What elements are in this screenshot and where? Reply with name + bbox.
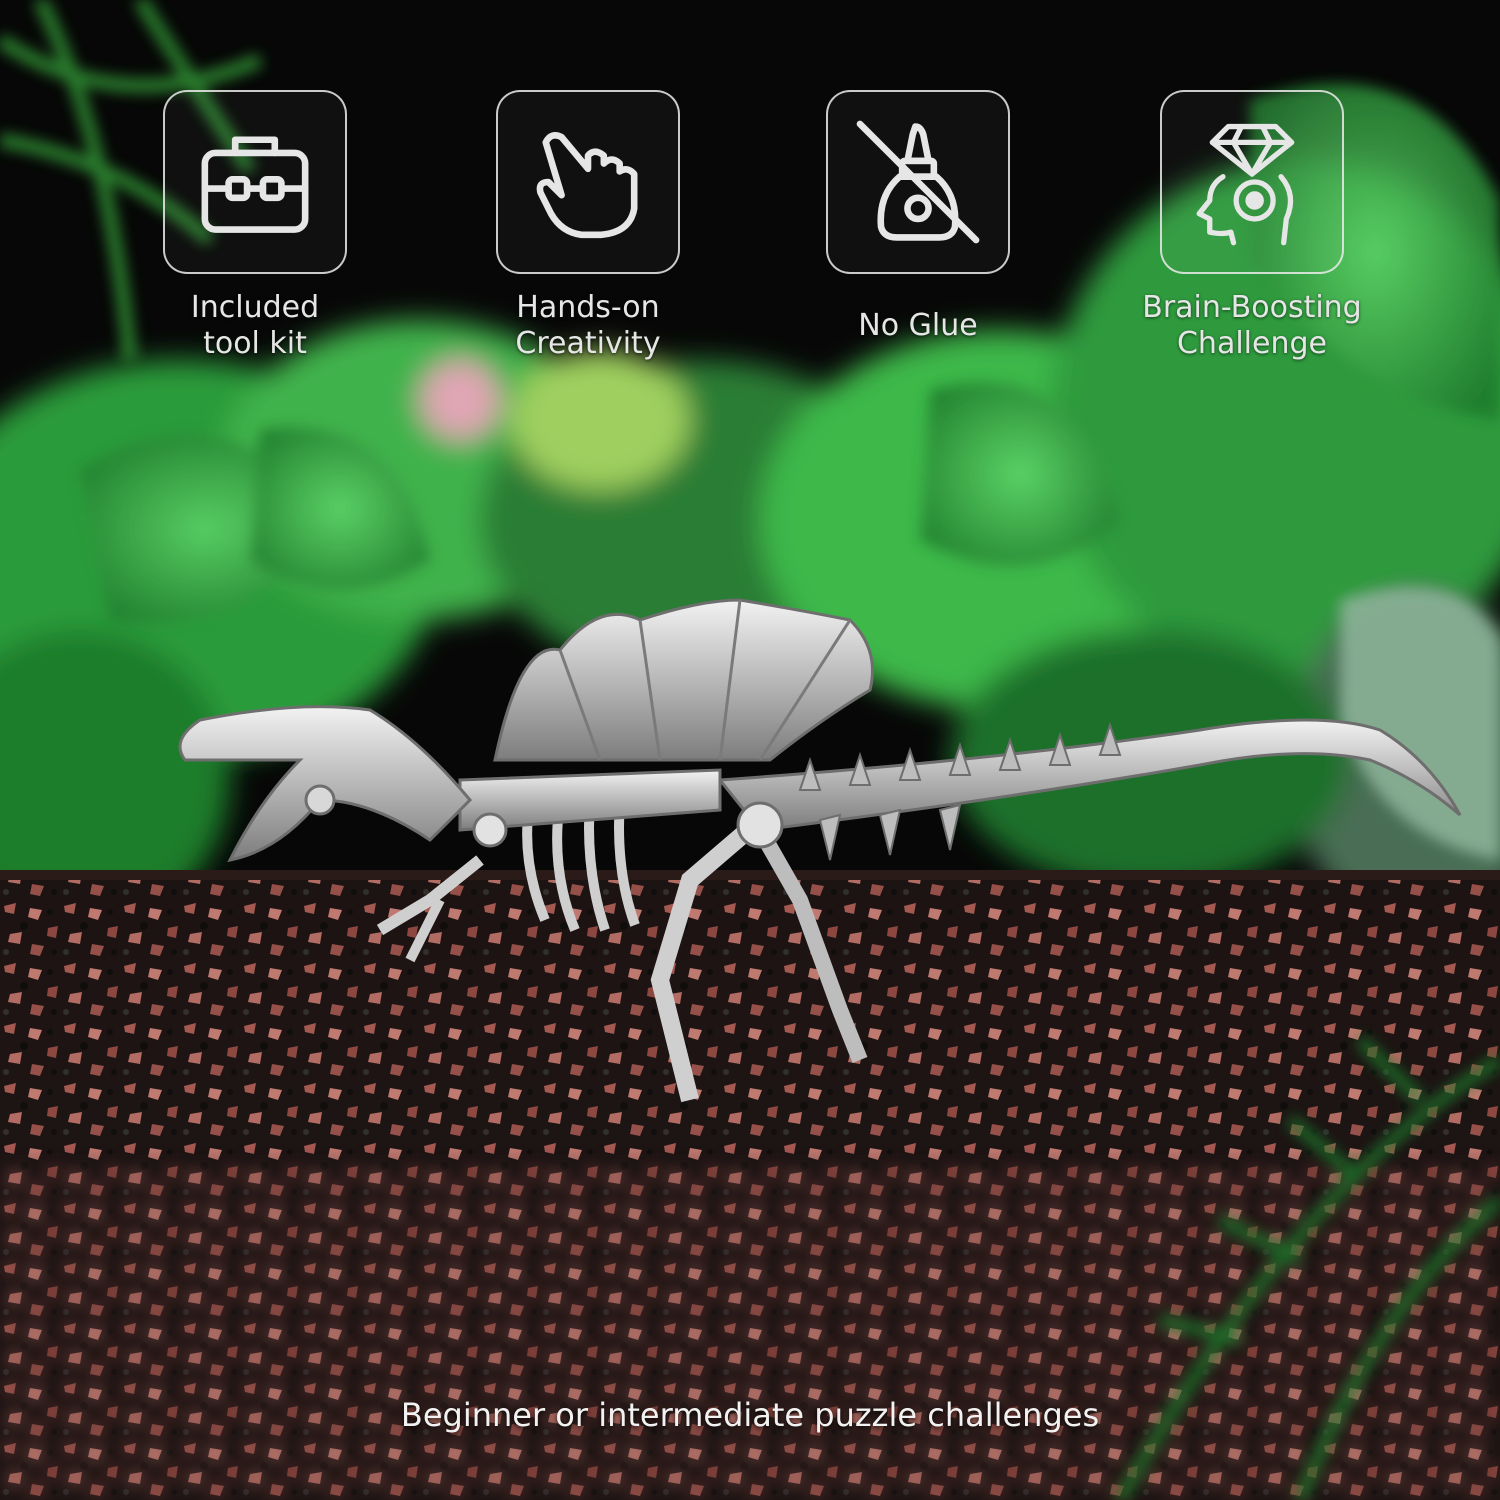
feature-label: Included tool kit	[190, 290, 320, 361]
feature-hands-on-creativity: Hands-on Creativity	[423, 90, 753, 362]
feature-label: Brain-Boosting Challenge	[1142, 290, 1362, 361]
feature-icon-frame	[826, 90, 1010, 274]
product-image: Included tool kit Hands-on Creativity No…	[0, 0, 1500, 1500]
toolbox-icon	[201, 136, 309, 233]
no-glue-icon	[856, 120, 980, 244]
feature-included-tool-kit: Included tool kit	[90, 90, 420, 362]
feature-label: Hands-on Creativity	[515, 290, 661, 361]
brain-diamond-icon	[1196, 123, 1295, 246]
feature-icon-frame	[163, 90, 347, 274]
feature-no-glue: No Glue	[753, 90, 1083, 344]
hand-pointer-icon	[536, 132, 638, 239]
feature-icon-frame	[1160, 90, 1344, 274]
bottom-caption: Beginner or intermediate puzzle challeng…	[400, 1396, 1100, 1434]
feature-label: No Glue	[858, 308, 978, 343]
feature-brain-boosting-challenge: Brain-Boosting Challenge	[1087, 90, 1417, 362]
feature-icon-frame	[496, 90, 680, 274]
